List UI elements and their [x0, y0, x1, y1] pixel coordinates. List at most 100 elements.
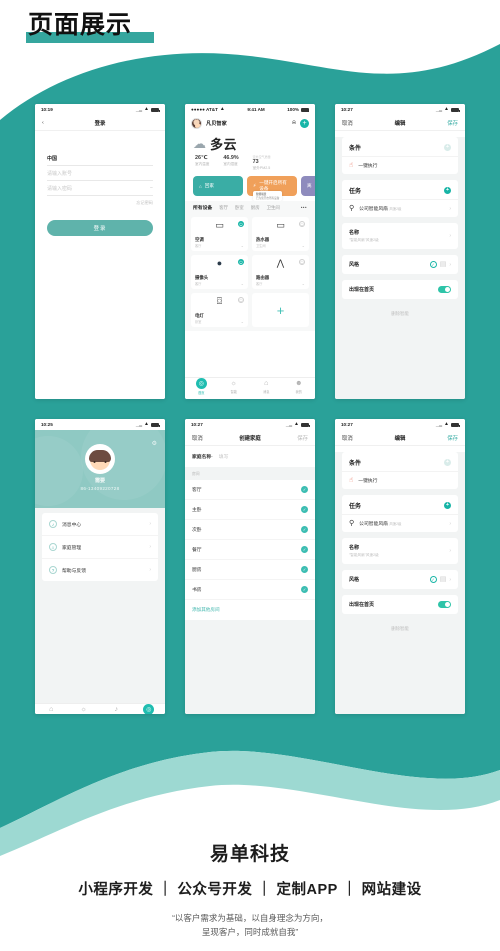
room-item[interactable]: 客厅 ✓ [185, 480, 315, 500]
room-item[interactable]: 主卧 ✓ [185, 500, 315, 520]
account-field[interactable]: 请输入账号 [47, 166, 153, 181]
scene-card-leave[interactable]: 离 [301, 176, 315, 196]
tab-bathroom[interactable]: 卫生间 [267, 205, 280, 211]
device-name: 空调 [195, 236, 204, 242]
condition-item[interactable]: ☝ 一键执行 [342, 471, 458, 489]
forgot-password-link[interactable]: 忘记密码 [47, 200, 153, 206]
room-item[interactable]: 餐厅 ✓ [185, 540, 315, 560]
power-toggle[interactable]: ⏻ [299, 259, 305, 265]
country-field[interactable]: 中国 [47, 151, 153, 166]
delete-scene-button[interactable]: 删除智能 [335, 311, 465, 317]
chevron-down-icon[interactable]: ⌄ [241, 319, 244, 324]
tab-message[interactable]: ♪ 消息 [100, 705, 133, 714]
condition-item[interactable]: ☝ 一键执行 [342, 156, 458, 174]
metric-indoor-humidity: 46.9% 室内湿度 [223, 155, 238, 171]
tab-profile[interactable]: ☻ 我的 [283, 379, 316, 394]
metric-value: 26℃ [195, 155, 208, 161]
chevron-down-icon[interactable]: ⌄ [241, 243, 244, 248]
save-button[interactable]: 保存 [447, 119, 458, 127]
back-button[interactable]: ‹ [42, 120, 44, 126]
room-item[interactable]: 书房 ✓ [185, 580, 315, 600]
task-item[interactable]: ⚲ 公司智能风扇 风速2级 › [342, 199, 458, 217]
power-toggle[interactable]: ⏻ [238, 259, 244, 265]
tab-profile[interactable]: ◎ 我的 [133, 704, 166, 714]
chevron-down-icon[interactable]: ⌄ [302, 281, 305, 286]
menu-item-message-center[interactable]: ♪ 消息中心 › [42, 513, 158, 536]
device-card-water-heater[interactable]: ▭ ⏻ 热水器 卫生间 ⌄ [252, 217, 309, 251]
device-card-router[interactable]: ⋀ ⏻ 路由器 客厅 ⌄ [252, 255, 309, 289]
phone-screen-login: 10:19 ▁▃ ▲ ‹ 登录 中国 请输入账号 请输入密码 ⌣ 忘记密码 登录 [35, 104, 165, 399]
row-name[interactable]: 名称 "智能风扇"风速2级 › [342, 223, 458, 249]
check-icon[interactable]: ✓ [301, 486, 308, 493]
style-thumbnail-icon[interactable]: ▤ [440, 261, 447, 268]
save-button[interactable]: 保存 [447, 434, 458, 442]
power-toggle[interactable]: ⏻ [238, 297, 244, 303]
add-device-button[interactable]: + [252, 293, 309, 327]
add-condition-button[interactable]: + [444, 144, 451, 151]
check-icon[interactable]: ✓ [301, 566, 308, 573]
tab-message[interactable]: ⌂ 消息 [250, 379, 283, 394]
save-button[interactable]: 保存 [297, 434, 308, 442]
menu-item-family-management[interactable]: ⌂ 家庭管理 › [42, 536, 158, 559]
family-name-field[interactable]: 家庭名称· 填写 [185, 446, 315, 467]
room-item[interactable]: 厨房 ✓ [185, 560, 315, 580]
row-name[interactable]: 名称 "智能风扇"风速2级 › [342, 538, 458, 564]
add-task-button[interactable]: + [444, 187, 451, 194]
show-on-home-toggle[interactable] [438, 601, 451, 608]
check-icon[interactable]: ✓ [301, 586, 308, 593]
device-card-light[interactable]: ⌼ ⏻ 电灯 卧室 ⌄ [191, 293, 248, 327]
avatar[interactable] [191, 118, 202, 129]
show-on-home-toggle[interactable] [438, 286, 451, 293]
fan-icon: ⚲ [349, 520, 355, 527]
tab-kitchen[interactable]: 厨房 [251, 205, 260, 211]
menu-item-help-feedback[interactable]: ? 帮助与反馈 › [42, 559, 158, 581]
device-card-camera[interactable]: ● ⏻ 摄像头 客厅 ⌄ [191, 255, 248, 289]
add-room-button[interactable]: 添加其他房间 [185, 600, 315, 620]
scene-card-home[interactable]: ⌂ 回家 [193, 176, 243, 196]
cancel-button[interactable]: 取消 [342, 434, 353, 442]
tab-smart[interactable]: ☼ 智能 [68, 705, 101, 714]
add-task-button[interactable]: + [444, 502, 451, 509]
wifi-icon: ▲ [444, 106, 449, 112]
family-name[interactable]: 凡贝智家 [206, 120, 288, 127]
power-toggle[interactable]: ⏻ [299, 221, 305, 227]
tab-home[interactable]: ⌂ 首页 [35, 705, 68, 714]
check-icon[interactable]: ✓ [301, 526, 308, 533]
check-icon[interactable]: ✓ [301, 546, 308, 553]
wifi-icon: ▲ [144, 421, 149, 427]
cancel-button[interactable]: 取消 [342, 119, 353, 127]
more-tabs-icon[interactable]: ••• [301, 205, 307, 210]
gear-icon[interactable]: ⚙ [152, 440, 157, 447]
device-card-air-conditioner[interactable]: ▭ ⏻ 空调 客厅 ⌄ [191, 217, 248, 251]
room-item[interactable]: 次卧 ✓ [185, 520, 315, 540]
password-field[interactable]: 请输入密码 ⌣ [47, 181, 153, 196]
add-button[interactable]: + [300, 119, 309, 128]
row-show-on-home[interactable]: 出现在首页 [342, 280, 458, 299]
tab-living-room[interactable]: 客厅 [219, 205, 228, 211]
tab-bedroom[interactable]: 卧室 [235, 205, 244, 211]
delete-scene-button[interactable]: 删除智能 [335, 626, 465, 632]
style-thumbnail-icon[interactable]: ▤ [440, 576, 447, 583]
battery-icon [300, 107, 310, 112]
tab-all-devices[interactable]: 所有设备 [193, 204, 212, 211]
row-show-on-home[interactable]: 出现在首页 [342, 595, 458, 614]
check-icon[interactable]: ✓ [301, 506, 308, 513]
microphone-icon[interactable]: ⍾ [292, 120, 296, 127]
tab-smart[interactable]: ☼ 智能 [218, 379, 251, 394]
eye-icon[interactable]: ⌣ [150, 185, 153, 191]
tab-home[interactable]: ◎ 首页 [185, 378, 218, 395]
power-toggle[interactable]: ⏻ [238, 221, 244, 227]
login-button[interactable]: 登录 [47, 220, 153, 236]
task-item[interactable]: ⚲ 公司智能风扇 风速2级 › [342, 514, 458, 532]
row-style[interactable]: 风格 ✓ ▤ › [342, 255, 458, 274]
add-condition-button[interactable]: + [444, 459, 451, 466]
cancel-button[interactable]: 取消 [192, 434, 203, 442]
row-style[interactable]: 风格 ✓ ▤ › [342, 570, 458, 589]
scene-card-all-on[interactable]: ⚡ 一键开启所有设备 智能场景 已为您开启所有设备 [247, 176, 297, 201]
status-bar: ●●●●● AT&T ▲ 9:41 AM 100% [185, 104, 315, 115]
avatar[interactable] [85, 444, 115, 474]
hand-tap-icon: ☝ [349, 477, 354, 484]
chevron-down-icon[interactable]: ⌄ [241, 281, 244, 286]
chevron-down-icon[interactable]: ⌄ [302, 243, 305, 248]
battery-icon [451, 422, 460, 427]
